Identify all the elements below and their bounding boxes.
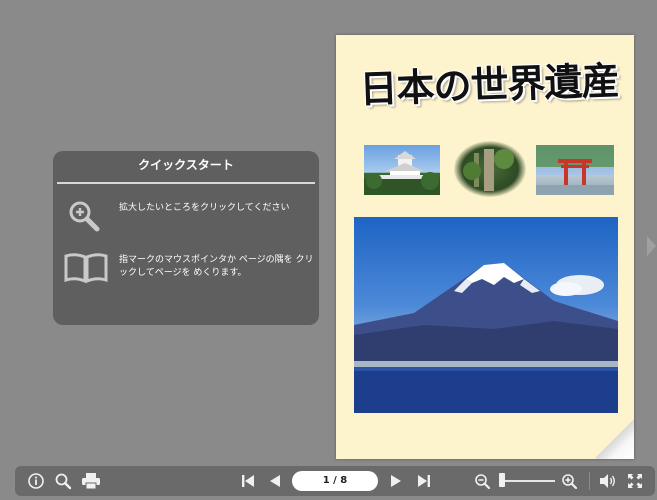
info-icon[interactable] [24,469,48,493]
next-page-arrow[interactable] [647,236,656,256]
page-corner-curl[interactable] [596,419,634,459]
forest-photo [454,141,526,197]
last-page-icon[interactable] [412,469,436,493]
page-indicator[interactable]: 1 / 8 [292,471,378,491]
quickstart-title: クイックスタート [138,158,234,172]
book-icon [63,251,109,289]
sound-icon[interactable] [596,469,620,493]
quickstart-divider [57,182,315,184]
fullscreen-icon[interactable] [623,469,647,493]
zoom-in-icon [67,199,101,237]
castle-photo [364,145,440,195]
zoom-slider-track[interactable] [499,480,555,482]
first-page-icon[interactable] [236,469,260,493]
zoom-slider-handle[interactable] [498,473,505,487]
search-icon[interactable] [51,469,75,493]
prev-page-icon[interactable] [263,469,287,493]
quickstart-panel: クイックスタート 拡大したいところをクリックしてください 指マークのマウスポイン… [53,151,319,325]
zoom-out-icon[interactable] [470,469,494,493]
shrine-gate-photo [536,145,614,195]
toolbar-divider [589,472,590,490]
zoom-in-icon[interactable] [557,469,581,493]
toolbar: 1 / 8 [15,466,655,496]
page-title: 日本の世界遺産 [358,58,620,112]
mount-fuji-photo [354,217,618,413]
print-icon[interactable] [79,469,103,493]
quickstart-page-tip: 指マークのマウスポインタか ページの隅を クリックしてページを めくります。 [119,255,314,278]
next-page-icon[interactable] [384,469,408,493]
book-page[interactable]: 日本の世界遺産 [336,35,634,459]
quickstart-zoom-tip: 拡大したいところをクリックしてください [119,203,290,213]
